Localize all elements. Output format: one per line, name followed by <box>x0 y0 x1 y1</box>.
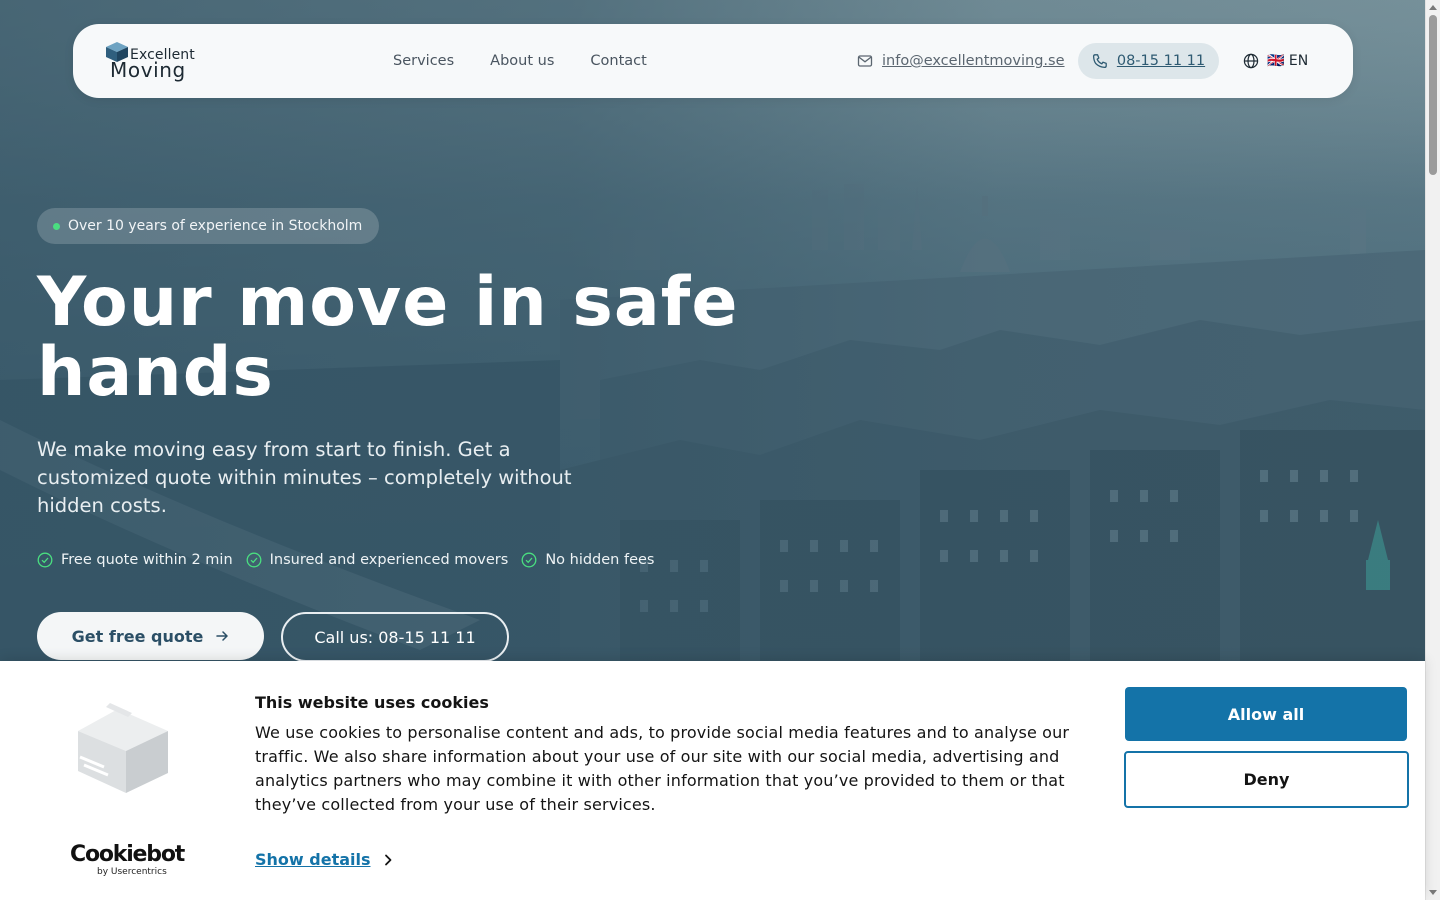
get-free-quote-label: Get free quote <box>71 626 204 646</box>
benefit-item: No hidden fees <box>521 552 655 568</box>
scroll-up-arrow-icon[interactable] <box>1429 5 1437 10</box>
language-label: 🇬🇧 EN <box>1267 53 1309 69</box>
benefit-item: Insured and experienced movers <box>246 552 509 568</box>
allow-all-button[interactable]: Allow all <box>1125 687 1407 741</box>
nav-contact[interactable]: Contact <box>590 53 646 69</box>
scroll-down-arrow-icon[interactable] <box>1429 890 1437 895</box>
phone-text: 08-15 11 11 <box>1116 53 1206 69</box>
benefit-text: Free quote within 2 min <box>61 552 233 568</box>
phone-button[interactable]: 08-15 11 11 <box>1078 43 1219 79</box>
logo-word-moving: Moving <box>110 58 186 82</box>
nav-services[interactable]: Services <box>393 53 454 69</box>
email-link[interactable]: info@excellentmoving.se <box>857 24 1065 98</box>
email-text: info@excellentmoving.se <box>882 53 1065 69</box>
cookie-banner: Cookiebot by Usercentrics This website u… <box>0 661 1425 900</box>
show-details-link[interactable]: Show details <box>255 850 393 869</box>
main-nav: Services About us Contact <box>393 24 647 98</box>
mail-icon <box>857 55 873 67</box>
language-switcher[interactable]: 🇬🇧 EN <box>1243 24 1308 98</box>
cookie-title: This website uses cookies <box>255 693 489 712</box>
check-circle-icon <box>37 552 53 568</box>
get-free-quote-button[interactable]: Get free quote <box>37 612 264 660</box>
site-logo[interactable]: Excellent Moving <box>105 40 195 84</box>
call-us-button[interactable]: Call us: 08-15 11 11 <box>281 612 509 662</box>
deny-button[interactable]: Deny <box>1124 751 1409 808</box>
cookie-description: We use cookies to personalise content an… <box>255 723 1070 814</box>
scrollbar-thumb[interactable] <box>1429 15 1437 175</box>
cookiebot-brand: Cookiebot <box>70 842 185 867</box>
nav-about-us[interactable]: About us <box>490 53 554 69</box>
experience-badge-text: Over 10 years of experience in Stockholm <box>68 218 363 234</box>
check-circle-icon <box>521 552 537 568</box>
header-bar: Excellent Moving Services About us Conta… <box>73 24 1353 98</box>
check-circle-icon <box>246 552 262 568</box>
status-dot-icon <box>53 222 60 230</box>
arrow-right-icon <box>216 631 229 641</box>
phone-icon <box>1092 54 1107 69</box>
benefit-text: Insured and experienced movers <box>269 552 509 568</box>
cookie-box-icon <box>78 703 168 793</box>
cookiebot-logo[interactable]: Cookiebot by Usercentrics <box>70 842 185 878</box>
benefit-text: No hidden fees <box>545 552 655 568</box>
hero-title: Your move in safe hands <box>37 263 739 412</box>
globe-icon <box>1243 53 1259 69</box>
page-scrollbar[interactable] <box>1425 0 1440 900</box>
chevron-right-icon <box>384 854 391 865</box>
experience-badge: Over 10 years of experience in Stockholm <box>37 208 379 244</box>
cookiebot-brand-sub: by Usercentrics <box>97 867 167 877</box>
benefit-item: Free quote within 2 min <box>37 552 233 568</box>
hero-lead: We make moving easy from start to finish… <box>37 438 572 517</box>
benefits-list: Free quote within 2 min Insured and expe… <box>37 552 655 568</box>
show-details-label: Show details <box>255 850 371 869</box>
